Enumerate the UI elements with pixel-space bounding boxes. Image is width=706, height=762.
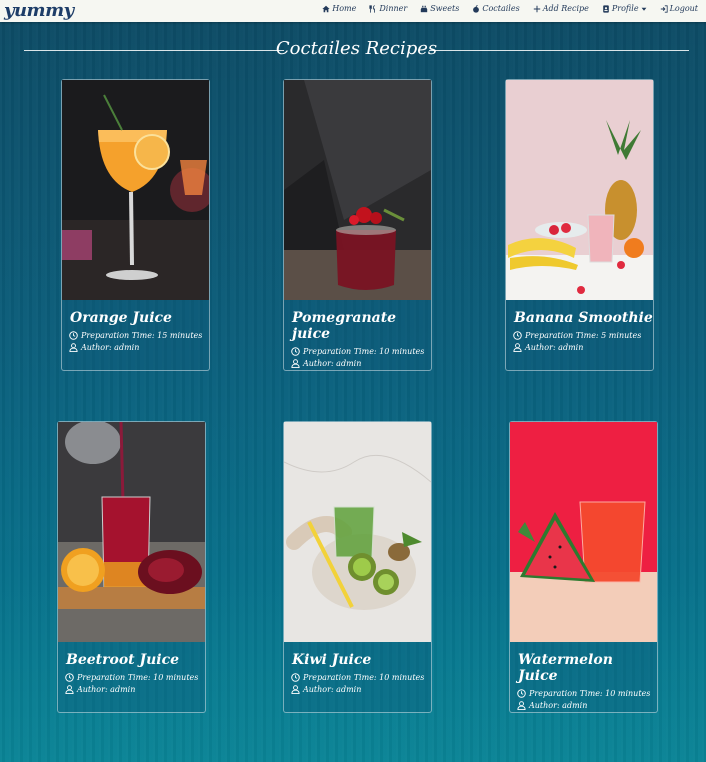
author: Author: admin [517,701,657,710]
nav-label: Add Recipe [542,4,589,13]
nav-item-dinner[interactable]: Dinner [369,4,407,13]
utensils-icon [369,4,376,13]
prep-time-text: Preparation Time: 10 minutes [303,673,425,682]
prep-time-text: Preparation Time: 10 minutes [529,689,651,698]
nav-label: Home [332,4,357,13]
author: Author: admin [513,343,653,352]
nav-item-coctailes[interactable]: Coctailes [472,4,520,13]
recipe-card-watermelon-juice[interactable]: Watermelon Juice Preparation Time: 10 mi… [509,421,658,713]
clock-icon [291,347,300,356]
nav-label: Sweets [430,4,460,13]
recipe-card-orange-juice[interactable]: Orange Juice Preparation Time: 15 minute… [61,79,210,371]
nav-item-logout[interactable]: Logout [660,4,698,13]
author-text: Author: admin [529,701,588,710]
home-icon [322,5,330,12]
recipe-title[interactable]: Banana Smoothie [514,310,653,326]
user-icon [65,685,74,694]
prep-time: Preparation Time: 5 minutes [513,331,653,340]
divider [429,50,689,51]
author-text: Author: admin [303,359,362,368]
nav-label: Coctailes [482,4,520,13]
recipe-title[interactable]: Watermelon Juice [518,652,657,684]
orange-juice-photo[interactable] [62,80,209,300]
author-text: Author: admin [525,343,584,352]
nav-menu: Home Dinner Sweets Coctailes Add Recipe … [322,4,698,13]
author: Author: admin [291,685,431,694]
author-text: Author: admin [81,343,140,352]
prep-time: Preparation Time: 10 minutes [517,689,657,698]
clock-icon [291,673,300,682]
recipe-title[interactable]: Orange Juice [70,310,209,326]
recipe-card-beetroot-juice[interactable]: Beetroot Juice Preparation Time: 10 minu… [57,421,206,713]
plus-icon [533,5,540,12]
author-text: Author: admin [303,685,362,694]
logout-icon [660,4,668,13]
recipe-title[interactable]: Kiwi Juice [292,652,431,668]
prep-time: Preparation Time: 10 minutes [291,347,431,356]
author: Author: admin [65,685,205,694]
kiwi-juice-photo[interactable] [284,422,431,642]
clock-icon [513,331,522,340]
apple-icon [473,4,480,13]
brand-logo[interactable]: yummy [4,0,74,21]
beetroot-juice-photo[interactable] [58,422,205,642]
nav-item-sweets[interactable]: Sweets [420,4,459,13]
prep-time-text: Preparation Time: 5 minutes [525,331,642,340]
caret-down-icon [641,7,646,11]
clock-icon [517,689,526,698]
page-title: Coctailes Recipes [275,38,438,59]
recipe-card-banana-smoothie[interactable]: Banana Smoothie Preparation Time: 5 minu… [505,79,654,371]
id-badge-icon [603,4,609,13]
prep-time-text: Preparation Time: 10 minutes [303,347,425,356]
navbar: yummy Home Dinner Sweets Coctailes Add R… [0,0,706,22]
recipe-title[interactable]: Pomegranate juice [292,310,431,342]
user-icon [69,343,78,352]
page-header: Coctailes Recipes [24,38,689,62]
nav-item-home[interactable]: Home [322,4,356,13]
watermelon-juice-photo[interactable] [510,422,657,642]
author-text: Author: admin [77,685,136,694]
prep-time-text: Preparation Time: 15 minutes [81,331,203,340]
user-icon [517,701,526,710]
user-icon [291,685,300,694]
clock-icon [65,673,74,682]
nav-label: Profile [611,4,639,13]
user-icon [291,359,300,368]
nav-item-profile[interactable]: Profile [602,4,647,13]
prep-time: Preparation Time: 10 minutes [65,673,205,682]
recipe-card-kiwi-juice[interactable]: Kiwi Juice Preparation Time: 10 minutes … [283,421,432,713]
clock-icon [69,331,78,340]
prep-time-text: Preparation Time: 10 minutes [77,673,199,682]
recipe-card-pomegranate-juice[interactable]: Pomegranate juice Preparation Time: 10 m… [283,79,432,371]
recipe-title[interactable]: Beetroot Juice [66,652,205,668]
author: Author: admin [291,359,431,368]
nav-label: Logout [669,4,698,13]
banana-smoothie-photo[interactable] [506,80,653,300]
author: Author: admin [69,343,209,352]
user-icon [513,343,522,352]
nav-label: Dinner [379,4,408,13]
cake-icon [421,5,428,12]
prep-time: Preparation Time: 15 minutes [69,331,209,340]
prep-time: Preparation Time: 10 minutes [291,673,431,682]
pomegranate-juice-photo[interactable] [284,80,431,300]
nav-item-add-recipe[interactable]: Add Recipe [533,4,589,13]
